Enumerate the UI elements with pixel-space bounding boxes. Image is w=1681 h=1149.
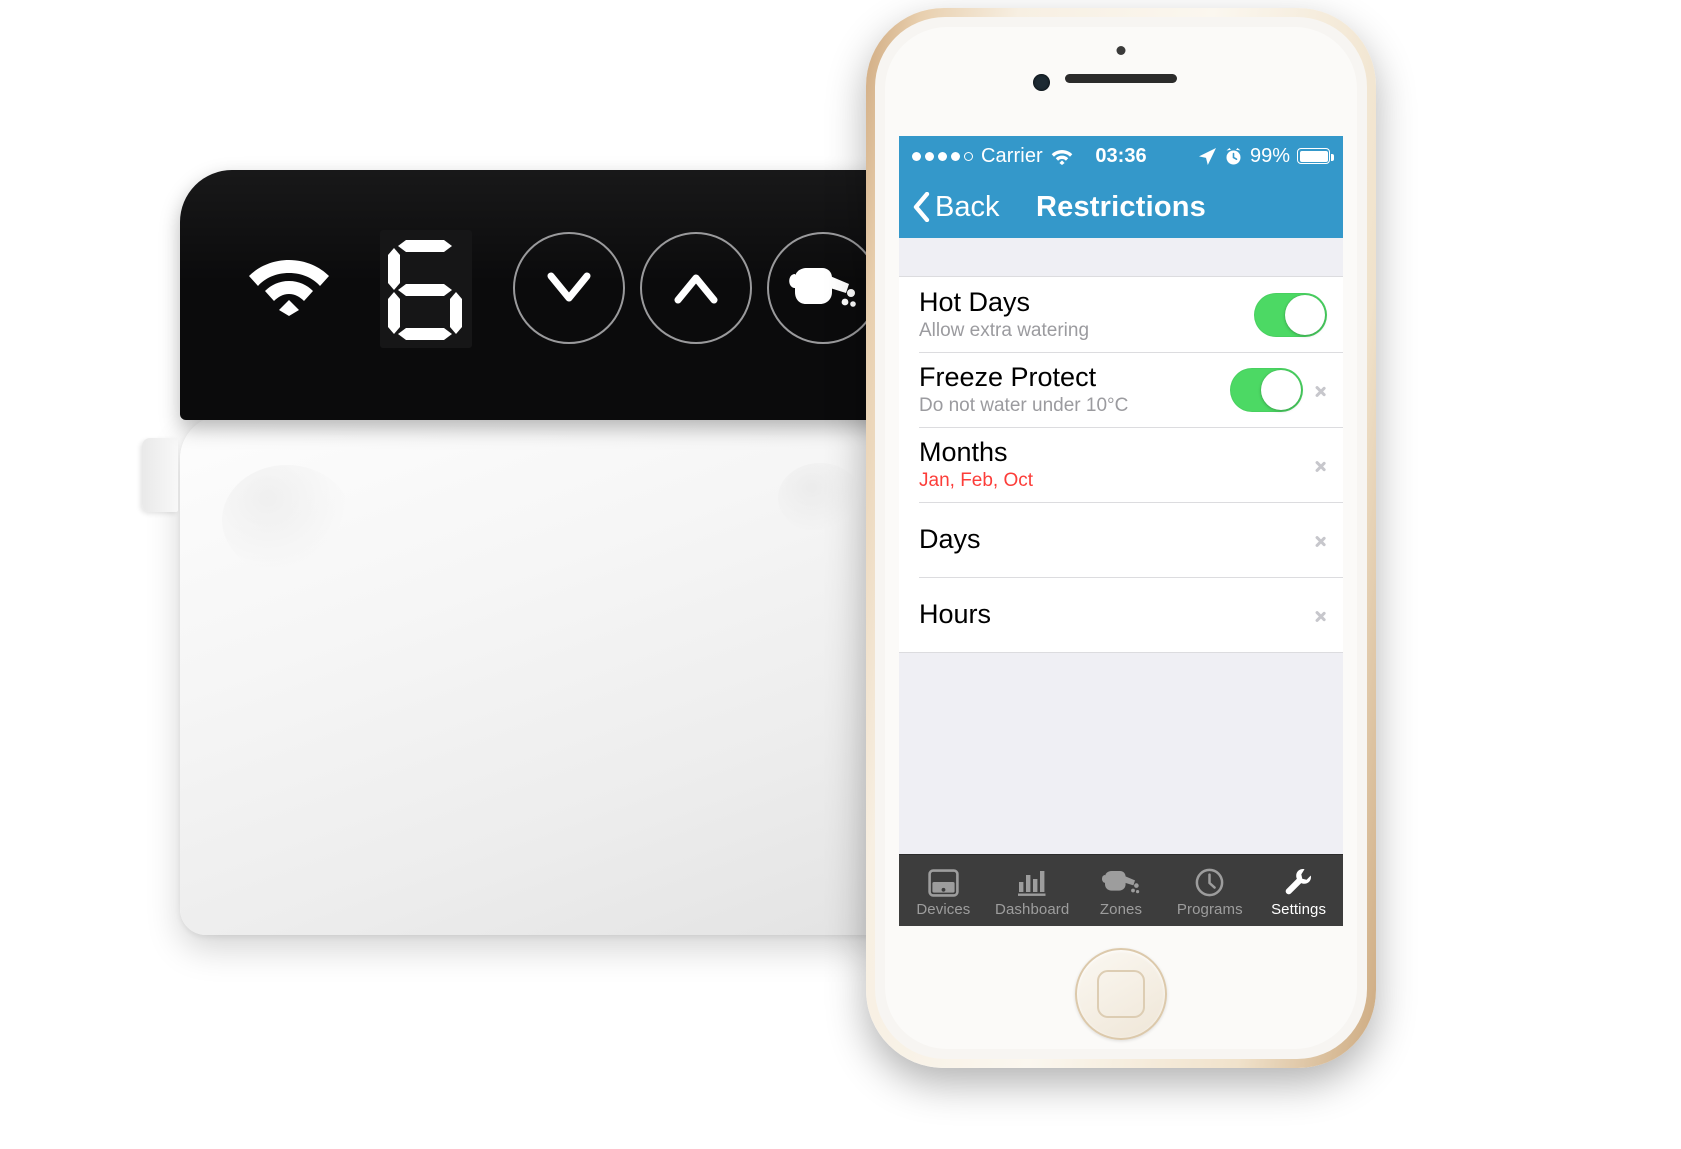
iphone-device: Carrier 03:36 99% Back Restrictions Hot … (866, 8, 1376, 1068)
row-subtitle: Do not water under 10°C (919, 394, 1129, 416)
chevron-up-icon (674, 274, 718, 304)
battery-percent-label: 99% (1249, 144, 1290, 167)
tab-bar: Devices Dashboard Zones Programs Setting… (899, 854, 1343, 926)
row-title: Hours (919, 598, 992, 629)
carrier-label: Carrier (981, 144, 1043, 167)
tab-zones[interactable]: Zones (1077, 855, 1166, 926)
tab-settings[interactable]: Settings (1254, 855, 1343, 926)
settings-content: Hot Days Allow extra watering Freeze Pro… (899, 238, 1343, 926)
phone-screen: Carrier 03:36 99% Back Restrictions Hot … (899, 136, 1343, 926)
clock-icon (1195, 868, 1224, 898)
row-hours[interactable]: Hours (899, 577, 1343, 652)
row-text-block: Months Jan, Feb, Oct (919, 437, 1303, 493)
row-hot-days[interactable]: Hot Days Allow extra watering (899, 277, 1343, 352)
signal-strength-dots (912, 151, 973, 161)
watering-can-icon (789, 268, 856, 307)
tab-label: Dashboard (995, 900, 1070, 918)
chevron-right-icon (1315, 454, 1327, 476)
chevron-down-icon (547, 272, 591, 302)
screenshot-root: Carrier 03:36 99% Back Restrictions Hot … (0, 0, 1681, 1149)
restrictions-table: Hot Days Allow extra watering Freeze Pro… (899, 276, 1343, 653)
tab-label: Zones (1099, 900, 1143, 918)
device-water-button[interactable] (767, 232, 879, 344)
home-button[interactable] (1075, 948, 1167, 1040)
freeze-protect-toggle[interactable] (1230, 367, 1303, 412)
device-control-panel (180, 170, 890, 420)
earpiece-speaker (1065, 74, 1177, 83)
row-title: Months (919, 436, 1008, 467)
status-bar-clock: 03:36 (1095, 144, 1147, 167)
chevron-right-icon (1315, 379, 1327, 401)
device-screen-icon (928, 868, 959, 898)
row-title: Hot Days (919, 286, 1031, 317)
wrench-icon (1284, 868, 1313, 898)
back-button-label: Back (935, 190, 1000, 223)
tab-label: Devices (916, 900, 971, 918)
status-bar: Carrier 03:36 99% (899, 136, 1343, 176)
chevron-right-icon (1315, 604, 1327, 626)
device-down-button[interactable] (513, 232, 625, 344)
row-text-block: Freeze Protect Do not water under 10°C (919, 362, 1230, 418)
tab-programs[interactable]: Programs (1165, 855, 1254, 926)
irrigation-controller-device (142, 160, 890, 950)
row-subtitle: Jan, Feb, Oct (919, 469, 1034, 491)
row-text-block: Hot Days Allow extra watering (919, 287, 1254, 343)
device-wifi-icon (249, 260, 329, 316)
bar-chart-icon (1017, 868, 1047, 898)
status-bar-left: Carrier (912, 145, 1073, 168)
navigation-bar: Back Restrictions (899, 176, 1343, 238)
battery-icon (1297, 148, 1334, 164)
row-subtitle: Allow extra watering (919, 319, 1090, 341)
table-top-spacer (899, 238, 1343, 276)
row-freeze-protect[interactable]: Freeze Protect Do not water under 10°C (899, 352, 1343, 427)
tab-dashboard[interactable]: Dashboard (988, 855, 1077, 926)
back-button[interactable]: Back (913, 191, 999, 224)
device-side-tab (142, 438, 178, 512)
location-arrow-icon (1198, 147, 1216, 165)
row-title: Freeze Protect (919, 361, 1097, 392)
chevron-right-icon (1315, 529, 1327, 551)
hot-days-toggle[interactable] (1254, 292, 1327, 337)
device-up-button[interactable] (640, 232, 752, 344)
tab-label: Programs (1176, 900, 1243, 918)
status-bar-right: 99% (1198, 144, 1334, 168)
device-body (180, 415, 890, 935)
row-months[interactable]: Months Jan, Feb, Oct (899, 427, 1343, 502)
row-text-block: Hours (919, 599, 1303, 630)
wifi-icon (1051, 149, 1073, 165)
chevron-left-icon (913, 192, 930, 222)
watering-can-icon (1101, 868, 1140, 898)
alarm-clock-icon (1226, 147, 1241, 164)
front-camera (1033, 74, 1050, 91)
row-text-block: Days (919, 524, 1303, 555)
tab-label: Settings (1271, 900, 1327, 918)
tab-devices[interactable]: Devices (899, 855, 988, 926)
row-title: Days (919, 523, 981, 554)
proximity-sensor (1116, 46, 1126, 55)
page-title: Restrictions (1036, 190, 1206, 223)
device-seven-segment-display (380, 230, 472, 348)
row-days[interactable]: Days (899, 502, 1343, 577)
